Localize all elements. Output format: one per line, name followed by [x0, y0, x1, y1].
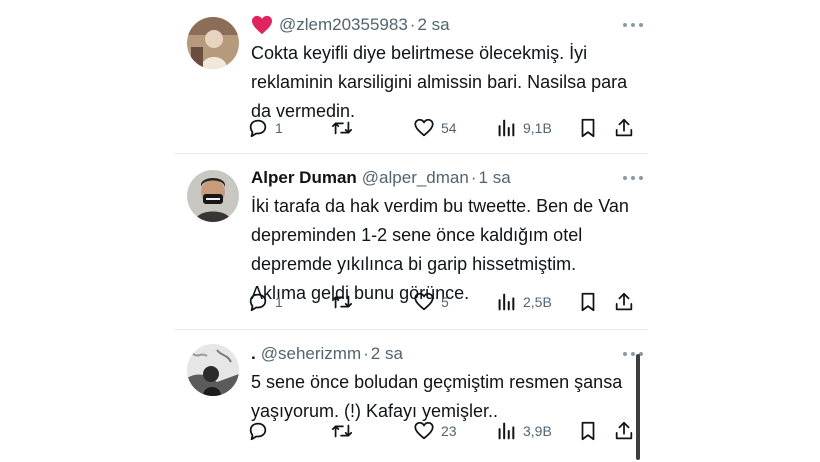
bookmark-button[interactable]: [577, 418, 599, 444]
like-icon: [414, 292, 434, 311]
retweet-icon: [331, 121, 353, 135]
like-button[interactable]: 5: [413, 289, 449, 315]
avatar[interactable]: [187, 17, 239, 69]
bookmark-icon: [581, 118, 595, 138]
reply-button[interactable]: 1: [247, 115, 283, 141]
share-icon: [615, 292, 633, 311]
timestamp[interactable]: 1 sa: [479, 168, 511, 188]
tweet-text-line: Cokta keyifli diye belirtmese ölecekmiş.…: [251, 43, 588, 63]
tweet-header: . @seherizmm · 2 sa: [251, 342, 631, 366]
view-count: 3,9B: [523, 423, 552, 439]
like-count: 5: [441, 294, 449, 310]
share-icon: [615, 421, 633, 440]
reply-icon: [249, 119, 267, 138]
share-icon: [615, 118, 633, 137]
avatar[interactable]: [187, 170, 239, 222]
share-button[interactable]: [613, 115, 635, 141]
like-icon: [414, 118, 434, 137]
views-button[interactable]: 3,9B: [495, 418, 552, 444]
avatar-image: [187, 17, 239, 69]
bookmark-icon: [581, 421, 595, 441]
reply-button[interactable]: 1: [247, 289, 283, 315]
retweet-button[interactable]: [331, 289, 353, 315]
user-handle[interactable]: @seherizmm: [261, 344, 361, 364]
tweet-header: Alper Duman @alper_dman · 1 sa: [251, 166, 631, 190]
tweet-divider: [175, 329, 647, 330]
tweet-text-line: reklaminin karsiligini almissin bari. Na…: [251, 72, 628, 92]
like-button[interactable]: 54: [413, 115, 457, 141]
retweet-button[interactable]: [331, 115, 353, 141]
views-icon: [498, 119, 515, 137]
tweet-text-line: depreminden 1-2 sene önce kaldığım otel: [251, 225, 583, 245]
reply-icon: [249, 422, 267, 441]
like-button[interactable]: 23: [413, 418, 457, 444]
retweet-icon: [331, 295, 353, 309]
tweet-header: @zlem20355983 · 2 sa: [251, 13, 631, 37]
views-icon: [498, 422, 515, 440]
scrollbar[interactable]: [636, 354, 640, 460]
bookmark-button[interactable]: [577, 115, 599, 141]
separator-dot: ·: [470, 168, 477, 187]
tweet-actions: 1 54 9,1B: [247, 115, 637, 141]
avatar-image: [187, 344, 239, 396]
tweet-actions: 1 5 2,5B: [247, 289, 637, 315]
tweet-text: Cokta keyifli diye belirtmese ölecekmiş.…: [251, 39, 635, 126]
separator-dot: ·: [409, 15, 416, 34]
user-handle[interactable]: @zlem20355983: [279, 15, 408, 35]
share-button[interactable]: [613, 418, 635, 444]
reply-count: 1: [275, 294, 283, 310]
reply-icon: [249, 293, 267, 312]
tweet-text-line: İki tarafa da hak verdim bu tweette. Ben…: [251, 196, 629, 216]
tweet-feed: @zlem20355983 · 2 sa Cokta keyifli diye …: [175, 0, 647, 462]
views-button[interactable]: 9,1B: [495, 115, 552, 141]
display-name[interactable]: .: [251, 344, 256, 364]
share-button[interactable]: [613, 289, 635, 315]
tweet-actions: 23 3,9B: [247, 418, 637, 444]
view-count: 2,5B: [523, 294, 552, 310]
timestamp[interactable]: 2 sa: [371, 344, 403, 364]
like-count: 23: [441, 423, 457, 439]
separator-dot: ·: [363, 344, 369, 363]
reply-count: 1: [275, 120, 283, 136]
like-count: 54: [441, 120, 457, 136]
user-handle[interactable]: @alper_dman: [362, 168, 469, 188]
like-icon: [414, 421, 434, 440]
tweet-divider: [175, 153, 647, 154]
more-icon[interactable]: [623, 17, 643, 33]
avatar-image: [187, 170, 239, 222]
tweet-text-line: depremde yıkılınca bi garip hissetmiştim…: [251, 254, 577, 274]
avatar[interactable]: [187, 344, 239, 396]
bookmark-button[interactable]: [577, 289, 599, 315]
views-icon: [498, 293, 515, 311]
tweet-text-line: 5 sene önce boludan geçmiştim resmen şan…: [251, 372, 623, 392]
display-name[interactable]: Alper Duman: [251, 168, 357, 188]
views-button[interactable]: 2,5B: [495, 289, 552, 315]
bookmark-icon: [581, 292, 595, 312]
more-icon[interactable]: [623, 346, 643, 362]
retweet-button[interactable]: [331, 418, 353, 444]
view-count: 9,1B: [523, 120, 552, 136]
red-heart-icon: [252, 15, 272, 35]
retweet-icon: [331, 424, 353, 438]
more-icon[interactable]: [623, 170, 643, 186]
reply-button[interactable]: [247, 418, 269, 444]
timestamp[interactable]: 2 sa: [417, 15, 449, 35]
